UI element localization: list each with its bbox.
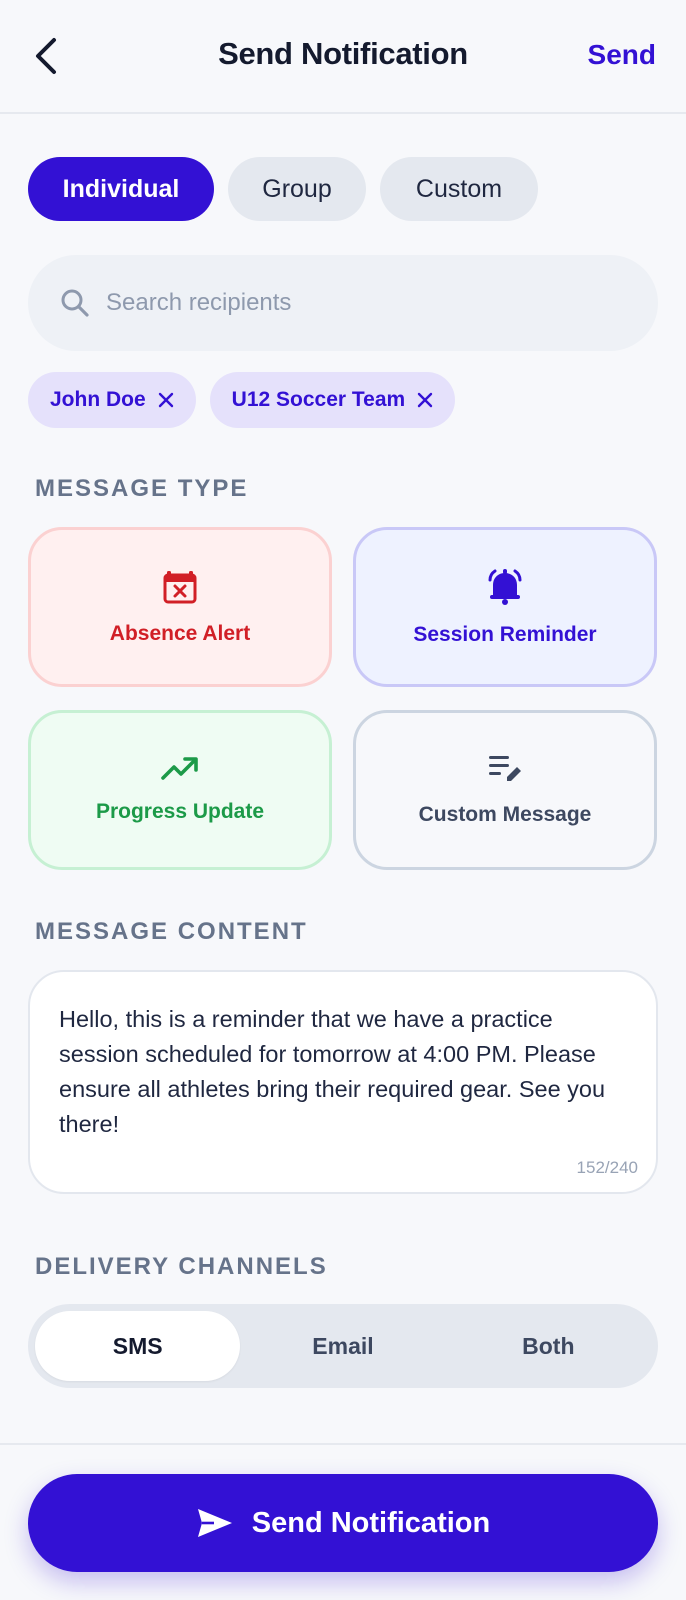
card-label: Session Reminder <box>413 623 597 646</box>
header-bar: Send Notification Send <box>0 0 686 114</box>
message-textarea[interactable]: Hello, this is a reminder that we have a… <box>28 970 658 1194</box>
message-type-absence-alert[interactable]: Absence Alert <box>28 527 332 687</box>
recipient-chip: John Doe <box>28 372 196 428</box>
card-label: Custom Message <box>418 803 592 826</box>
remove-chip-button[interactable] <box>417 392 433 408</box>
calendar-x-icon <box>163 571 197 604</box>
channel-sms[interactable]: SMS <box>35 1311 241 1381</box>
chip-label: U12 Soccer Team <box>231 388 406 411</box>
trending-up-icon <box>161 757 198 780</box>
tab-group[interactable]: Group <box>228 157 366 221</box>
channel-email[interactable]: Email <box>240 1311 445 1381</box>
remove-chip-button[interactable] <box>158 392 174 408</box>
page-title: Send Notification <box>218 36 468 71</box>
recipient-search-bar <box>28 255 658 351</box>
tab-custom[interactable]: Custom <box>380 157 538 221</box>
message-text[interactable]: Hello, this is a reminder that we have a… <box>59 1002 628 1142</box>
message-type-progress-update[interactable]: Progress Update <box>28 710 332 870</box>
selected-recipients: John Doe U12 Soccer Team <box>28 372 456 428</box>
message-content-heading: MESSAGE CONTENT <box>35 918 308 945</box>
card-label: Progress Update <box>95 800 265 823</box>
delivery-channels-heading: DELIVERY CHANNELS <box>35 1253 328 1280</box>
message-type-session-reminder[interactable]: Session Reminder <box>353 527 657 687</box>
close-icon <box>158 392 173 408</box>
send-button-label: Send Notification <box>251 1506 491 1539</box>
search-icon <box>61 289 89 317</box>
send-icon <box>197 1509 232 1537</box>
chip-label: John Doe <box>50 388 146 411</box>
header-send-button[interactable]: Send <box>588 39 656 71</box>
recipient-type-tabs: Individual Group Custom <box>28 157 538 221</box>
search-input[interactable] <box>106 289 606 317</box>
character-counter: 152/240 <box>576 1158 638 1177</box>
send-notification-button[interactable]: Send Notification <box>28 1474 658 1572</box>
recipient-chip: U12 Soccer Team <box>209 372 456 428</box>
edit-note-icon <box>489 756 521 781</box>
bell-icon <box>488 569 522 605</box>
message-type-custom-message[interactable]: Custom Message <box>353 710 657 870</box>
card-label: Absence Alert <box>109 622 251 645</box>
close-icon <box>418 392 433 408</box>
delivery-channel-selector: SMS Email Both <box>28 1304 658 1388</box>
channel-both[interactable]: Both <box>446 1311 651 1381</box>
tab-individual[interactable]: Individual <box>28 157 214 221</box>
message-type-heading: MESSAGE TYPE <box>35 475 249 502</box>
footer-divider <box>0 1443 686 1445</box>
